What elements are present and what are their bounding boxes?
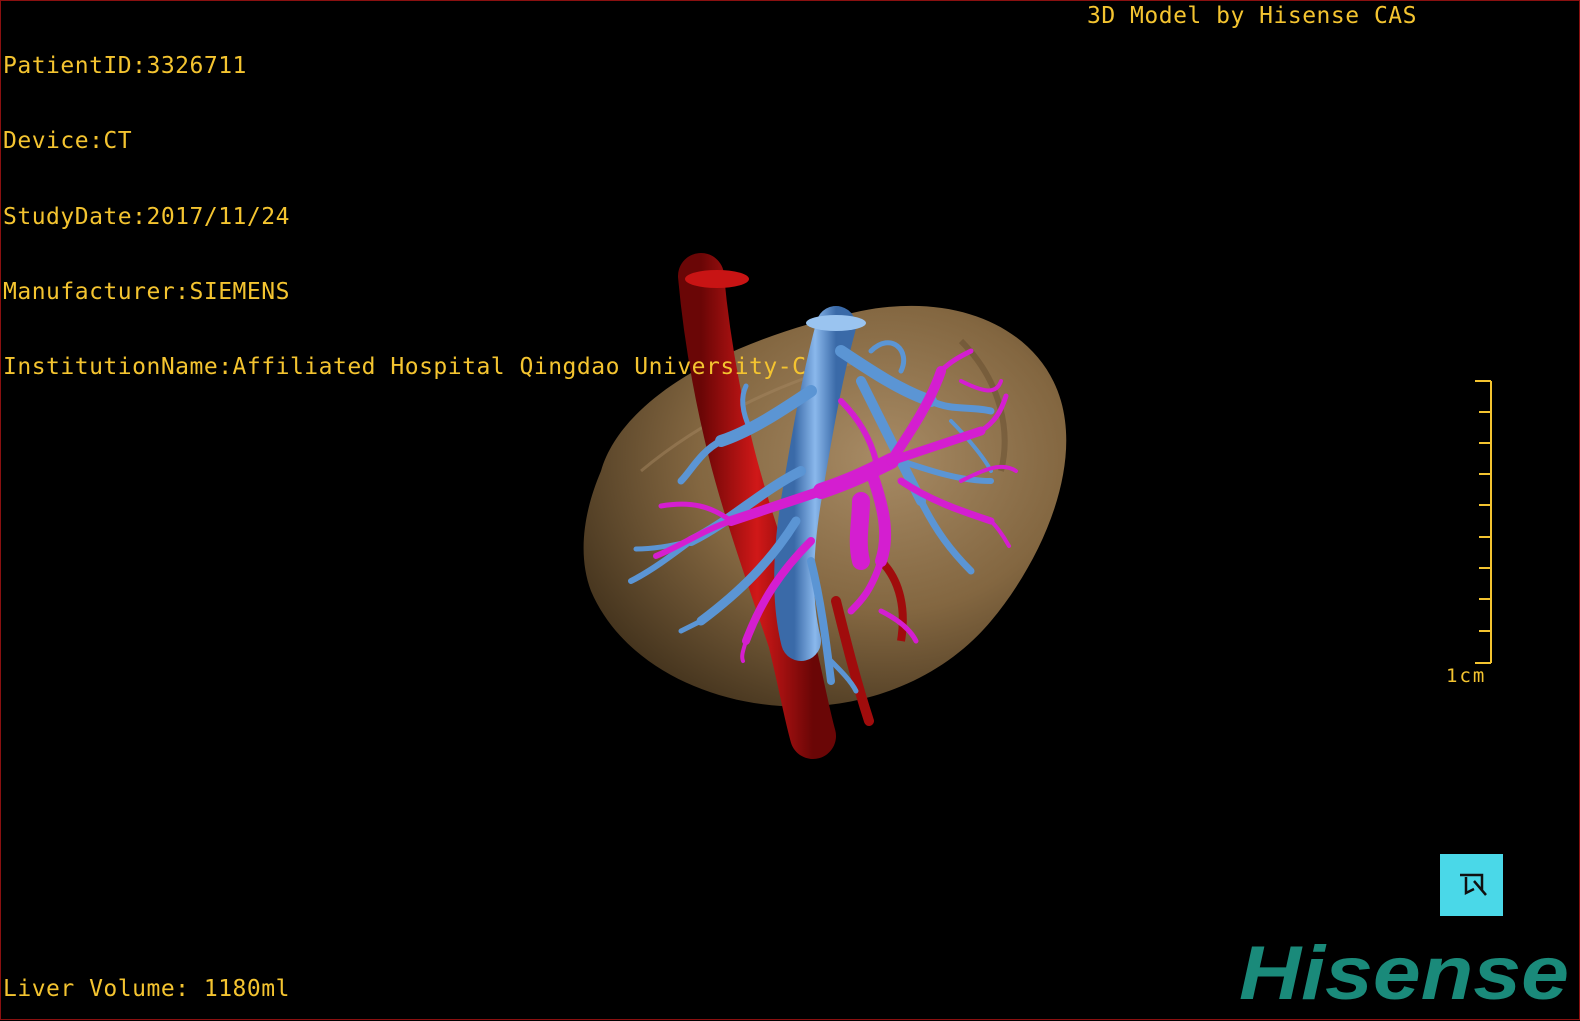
- institution-name: InstitutionName:Affiliated Hospital Qing…: [3, 354, 807, 381]
- model-title: 3D Model by Hisense CAS: [1087, 3, 1417, 29]
- dicom-info-block: PatientID:3326711 Device:CT StudyDate:20…: [3, 4, 806, 430]
- hisense-logo-text: Hisense: [1239, 933, 1569, 1009]
- scale-label: 1cm: [1446, 665, 1487, 687]
- orientation-cube-icon: [1459, 873, 1487, 896]
- study-date: StudyDate:2017/11/24: [3, 203, 290, 230]
- orientation-cube-button[interactable]: [1440, 854, 1503, 916]
- patient-id: PatientID:3326711: [3, 53, 247, 79]
- 3d-viewport[interactable]: PatientID:3326711 Device:CT StudyDate:20…: [0, 0, 1580, 1020]
- hisense-logo: Hisense: [1239, 933, 1569, 1009]
- liver-volume: Liver Volume: 1180ml: [3, 976, 290, 1002]
- device: Device:CT: [3, 128, 133, 155]
- manufacturer: Manufacturer:SIEMENS: [3, 278, 290, 305]
- scale-bar: [1475, 380, 1492, 664]
